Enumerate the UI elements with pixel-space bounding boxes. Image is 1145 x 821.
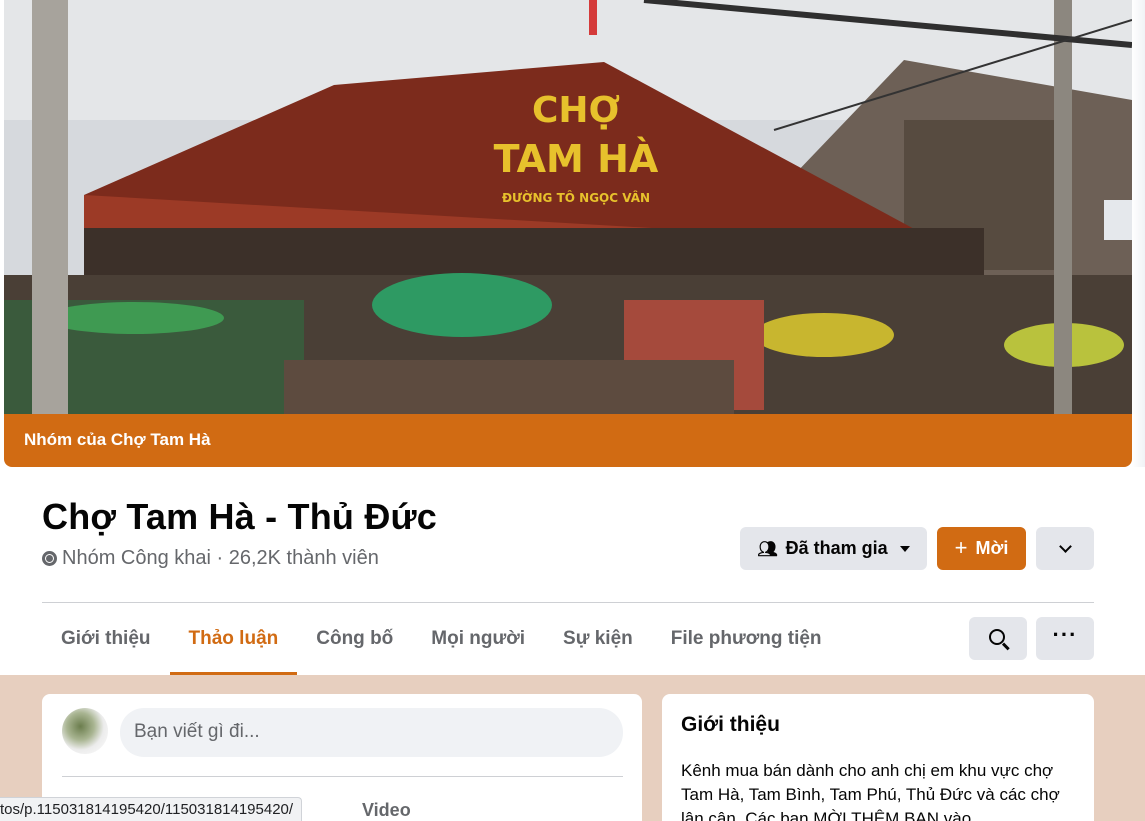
composer-divider	[62, 776, 623, 777]
tab-about[interactable]: Giới thiệu	[42, 603, 170, 675]
plus-icon: +	[954, 534, 968, 560]
more-options-button[interactable]: ···	[1036, 617, 1094, 660]
invite-label: Mời	[975, 538, 1009, 558]
about-card: Giới thiệu Kênh mua bán dành cho anh chị…	[662, 694, 1094, 821]
people-icon: 👥︎	[757, 540, 778, 558]
chevron-down-icon	[1058, 539, 1072, 553]
search-icon	[988, 629, 1005, 645]
avatar[interactable]	[62, 708, 108, 754]
group-tabs: Giới thiệu Thảo luận Công bố Mọi người S…	[42, 603, 841, 675]
joined-label: Đã tham gia	[785, 538, 888, 558]
cover-sign-line2: TAM HÀ	[494, 137, 659, 181]
cover-photo[interactable]: CHỢ TAM HÀ ĐƯỜNG TÔ NGỌC VÂN	[4, 0, 1132, 414]
status-bar-url: tos/p.115031814195420/115031814195420/	[0, 797, 303, 821]
group-meta-text[interactable]: Nhóm Công khai · 26,2K thành viên	[62, 547, 379, 570]
tab-people[interactable]: Mọi người	[412, 603, 544, 675]
tab-media[interactable]: File phương tiện	[652, 603, 841, 675]
video-button[interactable]: Video	[362, 800, 411, 821]
tab-discussion[interactable]: Thảo luận	[169, 603, 298, 675]
tab-announcements[interactable]: Công bố	[297, 603, 412, 675]
cover-caption[interactable]: Nhóm của Chợ Tam Hà	[4, 414, 1132, 467]
tab-events[interactable]: Sự kiện	[544, 603, 652, 675]
globe-icon	[42, 551, 57, 566]
caret-down-icon	[899, 545, 910, 552]
group-cover: CHỢ TAM HÀ ĐƯỜNG TÔ NGỌC VÂN Nhóm của Ch…	[4, 0, 1132, 467]
about-text: Kênh mua bán dành cho anh chị em khu vực…	[681, 761, 1060, 821]
more-dots-icon: ···	[1052, 621, 1078, 647]
about-title: Giới thiệu	[681, 713, 780, 736]
group-title[interactable]: Chợ Tam Hà - Thủ Đức	[42, 496, 437, 538]
joined-button[interactable]: 👥︎ Đã tham gia	[740, 527, 927, 570]
page-edge	[1132, 0, 1145, 467]
cover-sign-line1: CHỢ	[532, 90, 620, 131]
cover-sign-line3: ĐƯỜNG TÔ NGỌC VÂN	[502, 190, 650, 205]
group-meta: Nhóm Công khai · 26,2K thành viên	[42, 547, 379, 570]
composer-input[interactable]: Bạn viết gì đi...	[120, 708, 623, 757]
search-button[interactable]	[969, 617, 1027, 660]
expand-button[interactable]	[1036, 527, 1094, 570]
invite-button[interactable]: + Mời	[937, 527, 1026, 570]
